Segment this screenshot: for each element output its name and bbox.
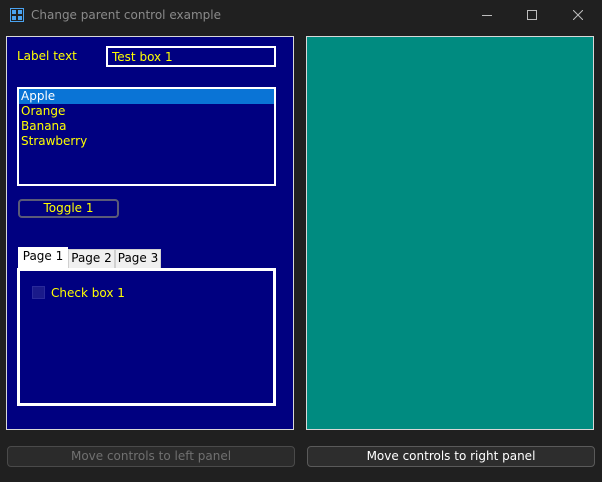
close-icon (573, 10, 583, 20)
move-left-button[interactable]: Move controls to left panel (7, 446, 295, 467)
tab-page-3[interactable]: Page 3 (115, 249, 161, 268)
minimize-icon (482, 15, 492, 16)
tab-page-2[interactable]: Page 2 (68, 249, 115, 268)
tab-page-content: Check box 1 (17, 268, 276, 406)
title-bar[interactable]: Change parent control example (0, 0, 602, 32)
minimize-button[interactable] (464, 0, 510, 30)
move-right-button[interactable]: Move controls to right panel (307, 446, 595, 467)
list-item[interactable]: Strawberry (19, 134, 274, 149)
app-window-icon (10, 8, 24, 22)
close-button[interactable] (555, 0, 601, 30)
fruit-listbox[interactable]: Apple Orange Banana Strawberry (17, 87, 276, 186)
list-item[interactable]: Orange (19, 104, 274, 119)
test-textbox[interactable] (106, 46, 276, 67)
check-box[interactable] (32, 286, 45, 299)
maximize-button[interactable] (509, 0, 555, 30)
list-item[interactable]: Apple (19, 89, 274, 104)
check-box-label[interactable]: Check box 1 (51, 286, 125, 300)
tab-page-1[interactable]: Page 1 (18, 247, 68, 269)
left-panel: Label text Apple Orange Banana Strawberr… (6, 36, 294, 430)
label-text: Label text (17, 49, 77, 63)
toggle-button[interactable]: Toggle 1 (18, 199, 119, 218)
app-window: Change parent control example Label text… (0, 0, 602, 482)
window-title: Change parent control example (31, 8, 221, 22)
list-item[interactable]: Banana (19, 119, 274, 134)
maximize-icon (527, 10, 537, 20)
right-panel (306, 36, 594, 430)
